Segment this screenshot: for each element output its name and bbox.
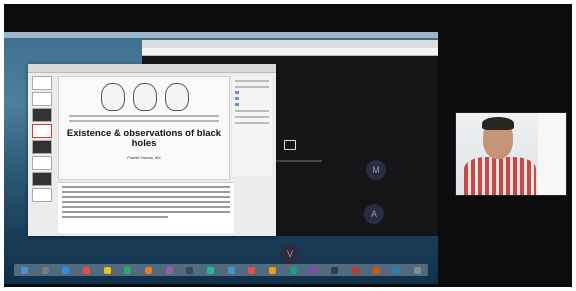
music-icon[interactable] bbox=[165, 266, 173, 274]
news-icon[interactable] bbox=[351, 266, 359, 274]
browser-address-bar[interactable] bbox=[142, 48, 438, 56]
photos-icon[interactable] bbox=[144, 266, 152, 274]
background-wall bbox=[538, 113, 566, 195]
finder-icon[interactable] bbox=[20, 266, 28, 274]
slide-author: Prateek Sharma, IISc bbox=[127, 156, 161, 160]
messages-icon[interactable] bbox=[124, 266, 132, 274]
presentation-toolbar[interactable] bbox=[28, 64, 276, 73]
browser-tab-bar[interactable] bbox=[142, 40, 438, 48]
speaker-shirt bbox=[464, 157, 536, 195]
current-slide: Existence & observations of black holes … bbox=[58, 76, 230, 180]
slide-thumbnail[interactable] bbox=[32, 92, 52, 106]
slide-thumbnail[interactable] bbox=[32, 188, 52, 202]
slide-title: Existence & observations of black holes bbox=[66, 128, 222, 149]
mac-menu-bar[interactable] bbox=[4, 32, 438, 38]
safari-icon[interactable] bbox=[62, 266, 70, 274]
participant-avatar[interactable]: A bbox=[364, 204, 384, 224]
slide-thumbnail[interactable] bbox=[32, 108, 52, 122]
shared-screen: M A V Existence & observations of black … bbox=[4, 32, 438, 284]
settings-icon[interactable] bbox=[331, 266, 339, 274]
portrait-icon bbox=[133, 83, 157, 111]
caption-line bbox=[69, 120, 219, 122]
speaker-notes[interactable] bbox=[58, 182, 234, 233]
notes-icon[interactable] bbox=[103, 266, 111, 274]
format-sidebar[interactable] bbox=[232, 76, 272, 176]
participant-avatar[interactable]: V bbox=[280, 244, 300, 264]
chrome-icon[interactable] bbox=[248, 266, 256, 274]
podcasts-icon[interactable] bbox=[310, 266, 318, 274]
facetime-icon[interactable] bbox=[289, 266, 297, 274]
slide-thumbnail[interactable] bbox=[32, 156, 52, 170]
portrait-icon bbox=[101, 83, 125, 111]
video-call-window: M A V Existence & observations of black … bbox=[4, 4, 572, 287]
app-store-icon[interactable] bbox=[393, 266, 401, 274]
books-icon[interactable] bbox=[372, 266, 380, 274]
webcam-thumbnail[interactable] bbox=[455, 112, 567, 196]
portrait-icon bbox=[165, 83, 189, 111]
screen-share-icon[interactable] bbox=[284, 140, 296, 150]
slide-thumbnail[interactable] bbox=[32, 172, 52, 186]
speaker-hair bbox=[482, 117, 514, 130]
calendar-icon[interactable] bbox=[82, 266, 90, 274]
launchpad-icon[interactable] bbox=[41, 266, 49, 274]
slide-thumbnails[interactable] bbox=[30, 74, 52, 234]
keynote-icon[interactable] bbox=[269, 266, 277, 274]
terminal-icon[interactable] bbox=[186, 266, 194, 274]
presentation-window[interactable]: Existence & observations of black holes … bbox=[28, 64, 276, 236]
mail-icon[interactable] bbox=[227, 266, 235, 274]
maps-icon[interactable] bbox=[207, 266, 215, 274]
trash-icon[interactable] bbox=[413, 266, 421, 274]
slide-thumbnail[interactable] bbox=[32, 124, 52, 138]
slide-thumbnail[interactable] bbox=[32, 76, 52, 90]
caption-line bbox=[69, 115, 219, 117]
slide-thumbnail[interactable] bbox=[32, 140, 52, 154]
participant-avatar[interactable]: M bbox=[366, 160, 386, 180]
mac-dock[interactable] bbox=[14, 264, 428, 276]
